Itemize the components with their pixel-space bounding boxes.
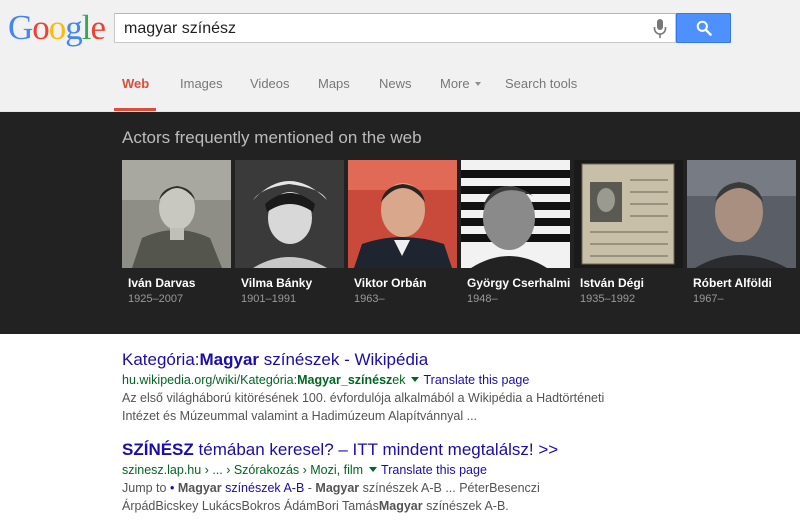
actor-name: György Cserhalmi — [467, 276, 571, 290]
result-snippet: Jump to • Magyar színészek A-B - Magyar … — [122, 479, 782, 515]
tab-videos[interactable]: Videos — [250, 76, 290, 91]
result-title-part: Kategória: — [122, 350, 200, 369]
logo-letter: o — [32, 8, 49, 47]
jump-to-link[interactable]: • Magyar színészek A-B — [170, 481, 304, 495]
actor-photo — [574, 160, 683, 268]
dropdown-arrow-icon[interactable] — [369, 467, 378, 473]
search-input[interactable]: magyar színész — [114, 13, 676, 43]
actor-name: Vilma Bánky — [241, 276, 313, 290]
chevron-down-icon — [474, 81, 481, 86]
snippet-part: - — [304, 481, 316, 495]
jump-bullet: • — [169, 481, 175, 495]
actor-card[interactable]: György Cserhalmi 1948– — [461, 160, 570, 310]
search-button[interactable] — [676, 13, 731, 43]
actor-years: 1948– — [467, 293, 498, 305]
logo-letter: o — [48, 8, 66, 47]
actor-card[interactable]: Vilma Bánky 1901–1991 — [235, 160, 344, 310]
result-title-link[interactable]: Kategória:Magyar színészek - Wikipédia — [122, 350, 782, 370]
search-result: SZÍNÉSZ témában keresel? – ITT mindent m… — [122, 440, 782, 515]
dropdown-arrow-icon[interactable] — [411, 377, 420, 383]
tab-images[interactable]: Images — [180, 76, 223, 91]
snippet-line: Intézet és Múzeummal valamint a Hadimúze… — [122, 409, 478, 423]
actor-name: Iván Darvas — [128, 276, 196, 290]
actor-years: 1963– — [354, 293, 385, 305]
translate-link[interactable]: Translate this page — [423, 373, 529, 387]
result-snippet: Az első világháború kitörésének 100. évf… — [122, 389, 782, 425]
result-title-part: témában keresel? – ITT mindent megtaláls… — [193, 440, 559, 459]
snippet-highlight: Magyar — [378, 499, 423, 513]
tab-more-label: More — [440, 76, 470, 91]
translate-link[interactable]: Translate this page — [381, 463, 487, 477]
search-result: Kategória:Magyar színészek - Wikipédia h… — [122, 350, 782, 425]
result-url-highlight: Magyar_színész — [297, 373, 393, 387]
tab-more[interactable]: More — [440, 76, 481, 91]
actor-photo — [235, 160, 344, 268]
top-bar: Google magyar színész Web Images Videos … — [0, 0, 800, 112]
actor-years: 1901–1991 — [241, 293, 297, 305]
result-url-part: ek — [392, 373, 406, 387]
snippet-part: ÁrpádBicskey LukácsBokros ÁdámBori Tamás — [122, 499, 379, 513]
result-title-part: színészek - Wikipédia — [259, 350, 429, 369]
result-title-highlight: Magyar — [199, 350, 260, 369]
active-tab-indicator — [114, 108, 156, 111]
actor-photo — [461, 160, 570, 268]
search-icon — [696, 20, 712, 36]
tab-news[interactable]: News — [379, 76, 412, 91]
actor-card[interactable]: Iván Darvas 1925–2007 — [122, 160, 231, 310]
snippet-part: színészek A-B. — [422, 499, 509, 513]
actor-name: István Dégi — [580, 276, 645, 290]
actor-photo — [687, 160, 796, 268]
carousel-heading: Actors frequently mentioned on the web — [122, 128, 422, 147]
search-nav: Web Images Videos Maps News More Search … — [0, 70, 800, 112]
actor-card[interactable]: Róbert Alföldi 1967– — [687, 160, 796, 310]
result-title-highlight: SZÍNÉSZ — [122, 440, 194, 459]
logo-letter: l — [81, 8, 92, 47]
actor-years: 1967– — [693, 293, 724, 305]
actor-card[interactable]: Viktor Orbán 1963– — [348, 160, 457, 310]
actor-name: Viktor Orbán — [354, 276, 427, 290]
actor-years: 1925–2007 — [128, 293, 184, 305]
result-url-part: hu.wikipedia.org/wiki/Kategória: — [122, 373, 298, 387]
tab-web[interactable]: Web — [122, 76, 149, 91]
result-url: szinesz.lap.hu › ... › Szórakozás › Mozi… — [122, 463, 782, 477]
actor-card[interactable]: István Dégi 1935–1992 — [574, 160, 683, 310]
actors-carousel: Actors frequently mentioned on the web I… — [0, 112, 800, 334]
snippet-part: színészek A-B ... PéterBesenczi — [359, 481, 540, 495]
microphone-icon[interactable] — [651, 18, 669, 40]
search-query: magyar színész — [124, 20, 237, 37]
actor-photo — [122, 160, 231, 268]
logo-letter: G — [8, 8, 33, 47]
tab-search-tools[interactable]: Search tools — [505, 76, 577, 91]
actor-years: 1935–1992 — [580, 293, 636, 305]
actor-photo — [348, 160, 457, 268]
google-logo[interactable]: Google — [8, 8, 107, 48]
jump-to-label: Jump to — [122, 481, 167, 495]
tab-maps[interactable]: Maps — [318, 76, 350, 91]
snippet-highlight: Magyar — [315, 481, 360, 495]
result-title-link[interactable]: SZÍNÉSZ témában keresel? – ITT mindent m… — [122, 440, 782, 460]
snippet-line: Az első világháború kitörésének 100. évf… — [122, 391, 605, 405]
jump-link-text: színészek A-B — [221, 481, 305, 495]
result-url: hu.wikipedia.org/wiki/Kategória:Magyar_s… — [122, 373, 782, 387]
jump-link-highlight: Magyar — [177, 481, 222, 495]
actor-name: Róbert Alföldi — [693, 276, 772, 290]
logo-letter: e — [90, 8, 107, 47]
logo-letter: g — [65, 8, 82, 47]
result-url-part: szinesz.lap.hu › ... › Szórakozás › Mozi… — [122, 463, 364, 477]
